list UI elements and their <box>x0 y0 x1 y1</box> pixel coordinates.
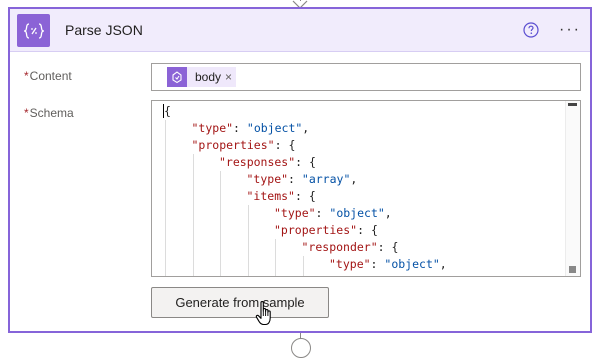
add-step-circle-icon[interactable] <box>291 338 311 358</box>
code-token: "type" <box>329 257 371 271</box>
editor-scrollbar[interactable] <box>565 101 580 276</box>
code-line: "type": "object", <box>274 205 392 222</box>
indent-guide <box>220 171 221 276</box>
code-token: : <box>315 206 330 220</box>
code-token: : { <box>357 223 378 237</box>
code-line: "properties": { <box>192 137 296 154</box>
card-header[interactable]: Parse JSON ··· <box>10 9 590 52</box>
token-label: body <box>195 70 222 84</box>
code-line: "type": "array", <box>247 171 358 188</box>
more-options-button[interactable]: ··· <box>558 21 582 38</box>
code-token: , <box>350 172 358 186</box>
required-asterisk: * <box>24 69 29 83</box>
code-token: : <box>370 257 385 271</box>
code-line: "responder": { <box>302 239 399 256</box>
code-line: { <box>164 103 171 120</box>
content-input[interactable]: body × <box>151 63 581 91</box>
parse-json-card: Parse JSON ··· *Content body × *Schema {… <box>8 7 592 333</box>
code-token: , <box>302 121 310 135</box>
code-line: "type": "object", <box>329 256 447 273</box>
code-line: "items": { <box>247 188 316 205</box>
code-token: "type" <box>246 172 289 186</box>
code-token: "type" <box>191 121 234 135</box>
schema-label-text: Schema <box>29 106 74 120</box>
code-line: "type": "object", <box>192 120 310 137</box>
code-token: , <box>384 206 392 220</box>
content-label-text: Content <box>29 69 72 83</box>
indent-guide <box>275 239 276 276</box>
code-token: "object" <box>246 121 303 135</box>
indent-guide <box>165 120 166 276</box>
required-asterisk: * <box>24 106 29 120</box>
code-token: "array" <box>301 172 351 186</box>
http-trigger-icon <box>167 67 187 87</box>
schema-label: *Schema <box>24 106 74 120</box>
code-token: "type" <box>274 206 316 220</box>
scrollbar-end-marker <box>569 266 576 273</box>
hand-pointer-icon <box>255 300 271 326</box>
generate-from-sample-button[interactable]: Generate from sample <box>151 287 329 318</box>
code-token: "object" <box>384 257 440 271</box>
code-token: "object" <box>329 206 385 220</box>
indent-guide <box>247 205 249 276</box>
content-label: *Content <box>24 69 72 83</box>
code-token: "properties" <box>274 223 358 237</box>
code-token: : { <box>295 155 316 169</box>
code-token: { <box>164 104 171 118</box>
scrollbar-thumb[interactable] <box>568 103 577 106</box>
curly-braces-icon <box>17 14 50 47</box>
code-token: "responses" <box>219 155 296 169</box>
help-icon[interactable] <box>522 21 540 39</box>
indent-guide <box>302 256 304 276</box>
code-line: "properties": { <box>274 222 378 239</box>
card-title[interactable]: Parse JSON <box>65 22 143 38</box>
code-token: : { <box>377 240 399 254</box>
body-token[interactable]: body × <box>167 67 237 87</box>
code-token: "responder" <box>301 240 378 254</box>
code-area[interactable]: {"type": "object", "properties": {"respon… <box>152 101 566 276</box>
indent-guide <box>192 154 194 276</box>
token-remove-button[interactable]: × <box>225 70 236 84</box>
code-token: "properties" <box>191 138 275 152</box>
code-line: "responses": { <box>219 154 316 171</box>
schema-code-editor[interactable]: {"type": "object", "properties": {"respon… <box>151 100 581 277</box>
code-token: : { <box>274 138 296 152</box>
code-token: : <box>288 172 302 186</box>
code-token: "items" <box>246 189 295 203</box>
code-token: : <box>233 121 247 135</box>
code-token: : { <box>294 189 316 203</box>
code-token: , <box>439 257 447 271</box>
